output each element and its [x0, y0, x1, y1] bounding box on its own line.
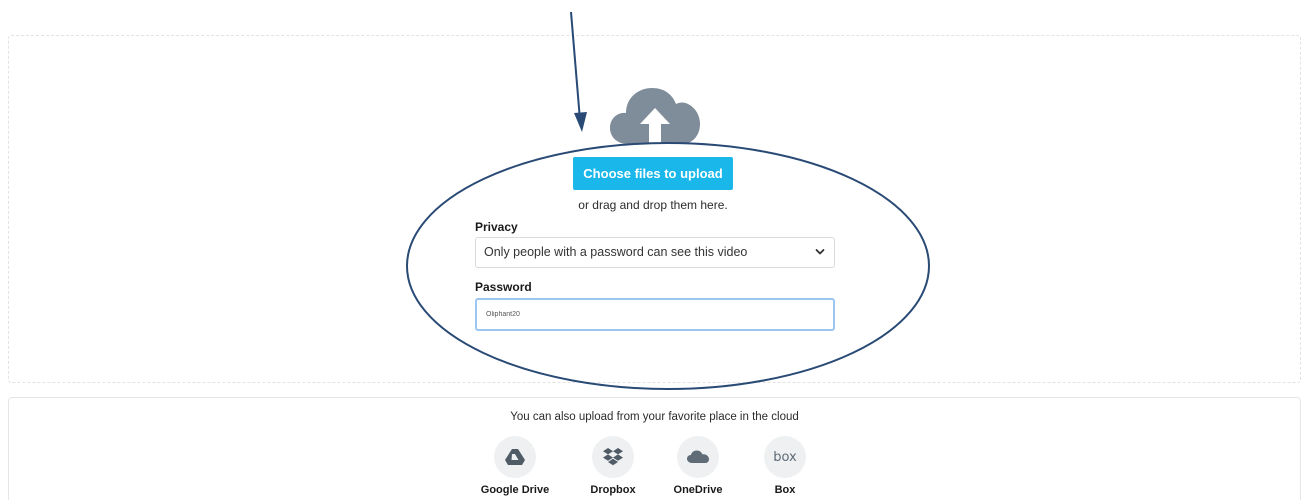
upload-page: Choose files to upload or drag and drop … — [0, 0, 1309, 500]
cloud-sources-title: You can also upload from your favorite p… — [510, 411, 799, 423]
onedrive-option[interactable]: OneDrive — [658, 436, 738, 496]
onedrive-icon — [687, 450, 709, 463]
chevron-down-icon — [815, 249, 825, 255]
drag-drop-hint: or drag and drop them here. — [578, 198, 728, 212]
dropbox-circle — [592, 436, 634, 478]
choose-files-button[interactable]: Choose files to upload — [573, 157, 733, 190]
privacy-select[interactable]: Only people with a password can see this… — [475, 237, 835, 268]
google-drive-option[interactable]: Google Drive — [475, 436, 555, 496]
password-label: Password — [475, 280, 532, 294]
box-label: Box — [774, 484, 796, 496]
dropbox-icon — [603, 448, 623, 466]
onedrive-label: OneDrive — [673, 484, 723, 496]
google-drive-icon — [505, 449, 525, 465]
password-input[interactable] — [475, 298, 835, 331]
google-drive-circle — [494, 436, 536, 478]
privacy-selected-value: Only people with a password can see this… — [484, 245, 748, 259]
cloud-upload-icon — [610, 88, 700, 144]
google-drive-label: Google Drive — [480, 484, 550, 496]
dropbox-label: Dropbox — [590, 484, 636, 496]
dropbox-option[interactable]: Dropbox — [573, 436, 653, 496]
onedrive-circle — [677, 436, 719, 478]
box-icon: box — [773, 449, 797, 465]
box-circle: box — [764, 436, 806, 478]
box-option[interactable]: box Box — [745, 436, 825, 496]
privacy-label: Privacy — [475, 220, 518, 234]
